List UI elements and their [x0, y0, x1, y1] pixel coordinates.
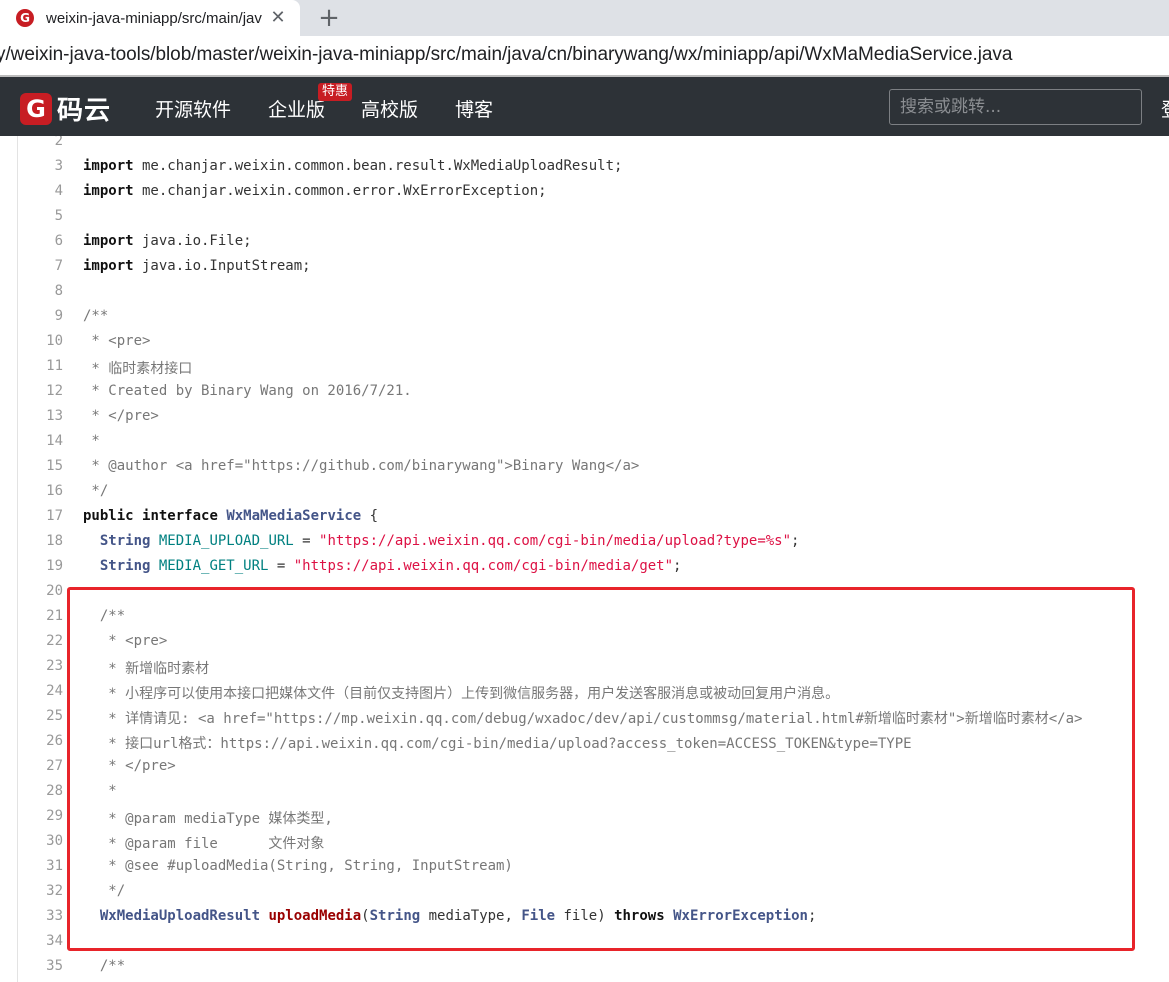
line-number[interactable]: 11	[18, 358, 63, 374]
site-header: G 码云 开源软件 企业版 特惠 高校版 博客 登	[0, 77, 1169, 136]
code-line: 3 import me.chanjar.weixin.common.bean.re…	[0, 158, 1169, 183]
line-number[interactable]: 7	[18, 258, 63, 274]
line-number[interactable]: 12	[18, 383, 63, 399]
close-tab-icon[interactable]: ✕	[268, 8, 288, 28]
line-number[interactable]: 6	[18, 233, 63, 249]
code-text: import java.io.File;	[83, 233, 252, 249]
line-number[interactable]: 17	[18, 508, 63, 524]
url-text[interactable]: y/weixin-java-tools/blob/master/weixin-j…	[0, 44, 1012, 66]
line-number[interactable]: 22	[18, 633, 63, 649]
code-line: 5	[0, 208, 1169, 233]
code-line: 15 * @author <a href="https://github.com…	[0, 458, 1169, 483]
code-line: 18 String MEDIA_UPLOAD_URL = "https://ap…	[0, 533, 1169, 558]
code-text: * <pre>	[83, 333, 151, 349]
code-line: 35 /**	[0, 958, 1169, 982]
promo-badge: 特惠	[318, 83, 353, 101]
line-number[interactable]: 10	[18, 333, 63, 349]
code-line: 4 import me.chanjar.weixin.common.error.W…	[0, 183, 1169, 208]
line-number[interactable]: 8	[18, 283, 63, 299]
code-line: 6 import java.io.File;	[0, 233, 1169, 258]
new-tab-button[interactable]: +	[316, 4, 342, 32]
code-line: 9 /**	[0, 308, 1169, 333]
line-number[interactable]: 18	[18, 533, 63, 549]
browser-tab[interactable]: G weixin-java-miniapp/src/main/java/cn/b…	[0, 0, 300, 36]
line-number[interactable]: 23	[18, 658, 63, 674]
code-text: * </pre>	[83, 408, 159, 424]
line-number[interactable]: 28	[18, 783, 63, 799]
line-number[interactable]: 21	[18, 608, 63, 624]
logo-text: 码云	[57, 96, 112, 126]
code-text: import me.chanjar.weixin.common.error.Wx…	[83, 183, 547, 199]
code-text: */	[83, 483, 109, 499]
code-line: 13 * </pre>	[0, 408, 1169, 433]
gitee-logo-icon: G	[20, 92, 52, 125]
tab-title: weixin-java-miniapp/src/main/java/cn/bin…	[46, 9, 262, 27]
nav-blog[interactable]: 博客	[455, 95, 493, 122]
line-number[interactable]: 19	[18, 558, 63, 574]
gitee-favicon-icon: G	[16, 9, 34, 27]
code-line: 12 * Created by Binary Wang on 2016/7/21…	[0, 383, 1169, 408]
code-line: 14 *	[0, 433, 1169, 458]
code-text: String MEDIA_UPLOAD_URL = "https://api.w…	[99, 533, 800, 549]
code-text: * @author <a href="https://github.com/bi…	[83, 458, 640, 474]
line-number[interactable]: 29	[18, 808, 63, 824]
line-number[interactable]: 30	[18, 833, 63, 849]
nav-open-source[interactable]: 开源软件	[155, 95, 231, 122]
code-line: 10 * <pre>	[0, 333, 1169, 358]
code-line: 7 import java.io.InputStream;	[0, 258, 1169, 283]
code-text: /**	[83, 958, 126, 974]
line-number[interactable]: 3	[18, 158, 63, 174]
line-number[interactable]: 5	[18, 208, 63, 224]
line-number[interactable]: 16	[18, 483, 63, 499]
login-link[interactable]: 登	[1161, 95, 1169, 122]
code-line: 11 * 临时素材接口	[0, 358, 1169, 383]
annotation-highlight-box	[67, 587, 1135, 951]
address-bar[interactable]: y/weixin-java-tools/blob/master/weixin-j…	[0, 36, 1169, 76]
code-text: import me.chanjar.weixin.common.bean.res…	[83, 158, 623, 174]
nav-enterprise[interactable]: 企业版	[268, 95, 325, 122]
code-text: public interface WxMaMediaService {	[83, 508, 379, 524]
line-number[interactable]: 31	[18, 858, 63, 874]
line-number[interactable]: 25	[18, 708, 63, 724]
code-text: String MEDIA_GET_URL = "https://api.weix…	[99, 558, 682, 574]
line-number[interactable]: 26	[18, 733, 63, 749]
line-number[interactable]: 20	[18, 583, 63, 599]
line-number[interactable]: 33	[18, 908, 63, 924]
nav-education[interactable]: 高校版	[361, 95, 418, 122]
line-number[interactable]: 27	[18, 758, 63, 774]
code-text: *	[83, 433, 100, 449]
code-line: 19 String MEDIA_GET_URL = "https://api.w…	[0, 558, 1169, 583]
line-number[interactable]: 4	[18, 183, 63, 199]
line-number[interactable]: 9	[18, 308, 63, 324]
line-number[interactable]: 32	[18, 883, 63, 899]
code-text: * 临时素材接口	[83, 361, 193, 377]
code-text: import java.io.InputStream;	[83, 258, 311, 274]
code-line: 8	[0, 283, 1169, 308]
line-number[interactable]: 35	[18, 958, 63, 974]
line-number[interactable]: 14	[18, 433, 63, 449]
line-number[interactable]: 13	[18, 408, 63, 424]
code-line: 2	[0, 136, 1169, 158]
line-number[interactable]: 34	[18, 933, 63, 949]
line-number[interactable]: 15	[18, 458, 63, 474]
code-line: 17 public interface WxMaMediaService {	[0, 508, 1169, 533]
search-input[interactable]	[889, 89, 1142, 125]
line-number[interactable]: 24	[18, 683, 63, 699]
line-number[interactable]: 2	[18, 136, 63, 149]
browser-tab-strip: G weixin-java-miniapp/src/main/java/cn/b…	[0, 0, 1169, 36]
gitee-logo[interactable]: G 码云	[20, 90, 111, 127]
code-text: * Created by Binary Wang on 2016/7/21.	[83, 383, 412, 399]
code-line: 16 */	[0, 483, 1169, 508]
code-text: /**	[83, 308, 109, 324]
